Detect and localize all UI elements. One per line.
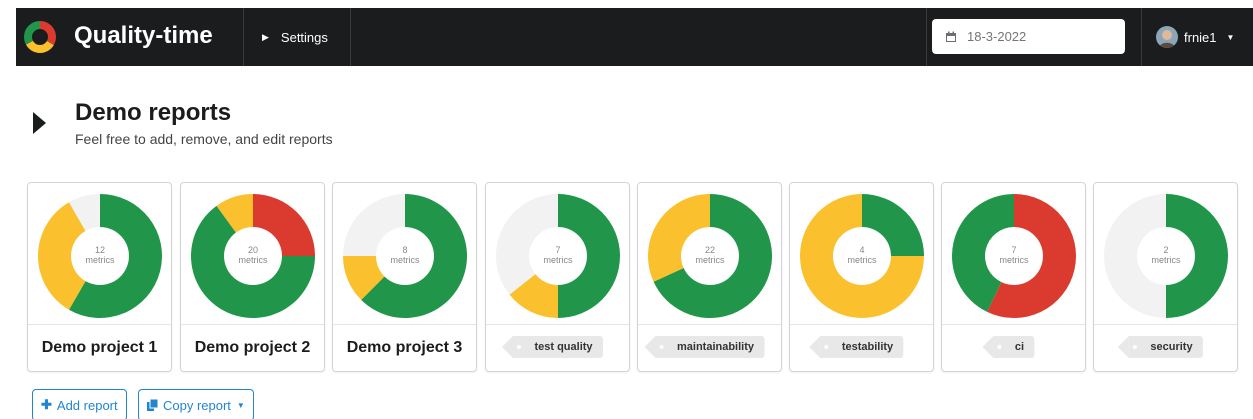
add-report-button[interactable]: ✚ Add report [32,389,127,419]
tag-label: ci [981,336,1035,358]
copy-report-button[interactable]: Copy report ▼ [138,389,254,419]
donut-segment-green [862,194,924,256]
user-menu[interactable]: frnie1 ▼ [1142,8,1253,66]
settings-label: Settings [280,29,328,45]
card-divider [790,324,933,325]
report-title: Demo project 2 [194,339,311,356]
report-title: Demo project 3 [346,339,463,356]
metrics-donut-chart: 8metrics [343,194,467,318]
metrics-donut-chart: 20metrics [191,194,315,318]
metric-unit: metrics [391,255,420,265]
app-title[interactable]: Quality-time [74,20,213,52]
donut-segment-grey [496,194,558,295]
caret-right-icon: ▶ [262,31,269,42]
chevron-down-icon: ▼ [236,400,245,410]
card-divider [28,324,171,325]
quality-time-logo[interactable] [24,21,56,53]
settings-menu-item[interactable]: ▶ Settings [244,8,350,66]
copy-icon [147,399,158,411]
copy-report-label: Copy report [163,397,231,413]
card-divider [486,324,629,325]
report-date-picker[interactable] [932,19,1125,54]
metric-count: 7 [1011,245,1016,255]
metric-count: 2 [1163,245,1168,255]
donut-segment-grey [343,194,405,256]
user-name: frnie1 [1184,29,1217,45]
metric-count: 7 [555,245,560,255]
metric-count: 22 [705,245,715,255]
tag-label: test quality [501,336,603,358]
tag-label: security [1117,336,1203,358]
tag-card[interactable]: 7 metrics ci [941,182,1086,372]
metrics-donut-chart: 2metrics [1104,194,1228,318]
tag-card[interactable]: 2 metrics security [1093,182,1238,372]
metric-count: 20 [248,245,258,255]
metric-unit: metrics [696,255,725,265]
metric-unit: metrics [1152,255,1181,265]
report-card[interactable]: 20 metrics Demo project 2 [180,182,325,372]
metric-unit: metrics [86,255,115,265]
card-divider [638,324,781,325]
menu-divider [926,8,927,66]
metric-unit: metrics [848,255,877,265]
menu-divider [350,8,351,66]
metrics-donut-chart: 7metrics [952,194,1076,318]
metric-count: 12 [95,245,105,255]
metric-unit: metrics [544,255,573,265]
metrics-donut-chart: 7metrics [496,194,620,318]
tag-card[interactable]: 7 metrics test quality [485,182,630,372]
card-divider [1094,324,1237,325]
card-divider [942,324,1085,325]
calendar-icon [946,31,956,42]
date-input[interactable] [967,29,1117,44]
metrics-donut-chart: 12metrics [38,194,162,318]
metric-unit: metrics [239,255,268,265]
page-subtitle: Feel free to add, remove, and edit repor… [75,131,333,147]
metric-unit: metrics [1000,255,1029,265]
donut-segment-yellow [648,194,710,282]
tag-card[interactable]: 22 metrics maintainability [637,182,782,372]
plus-icon: ✚ [41,397,52,412]
tag-label: testability [808,336,904,358]
metrics-donut-chart: 22metrics [648,194,772,318]
caret-right-icon[interactable] [33,112,46,134]
card-divider [181,324,324,325]
report-card[interactable]: 12 metrics Demo project 1 [27,182,172,372]
chevron-down-icon: ▼ [1226,32,1235,42]
card-divider [333,324,476,325]
metric-count: 4 [859,245,864,255]
tag-card[interactable]: 4 metrics testability [789,182,934,372]
top-menu-bar: Quality-time ▶ Settings frnie1 ▼ [16,8,1253,66]
page-title: Demo reports [75,99,232,126]
avatar [1156,26,1178,48]
report-card[interactable]: 8 metrics Demo project 3 [332,182,477,372]
metric-count: 8 [402,245,407,255]
tag-label: maintainability [643,336,765,358]
donut-segment-red [253,194,315,256]
add-report-label: Add report [56,397,118,413]
report-title: Demo project 1 [41,339,158,356]
metrics-donut-chart: 4metrics [800,194,924,318]
